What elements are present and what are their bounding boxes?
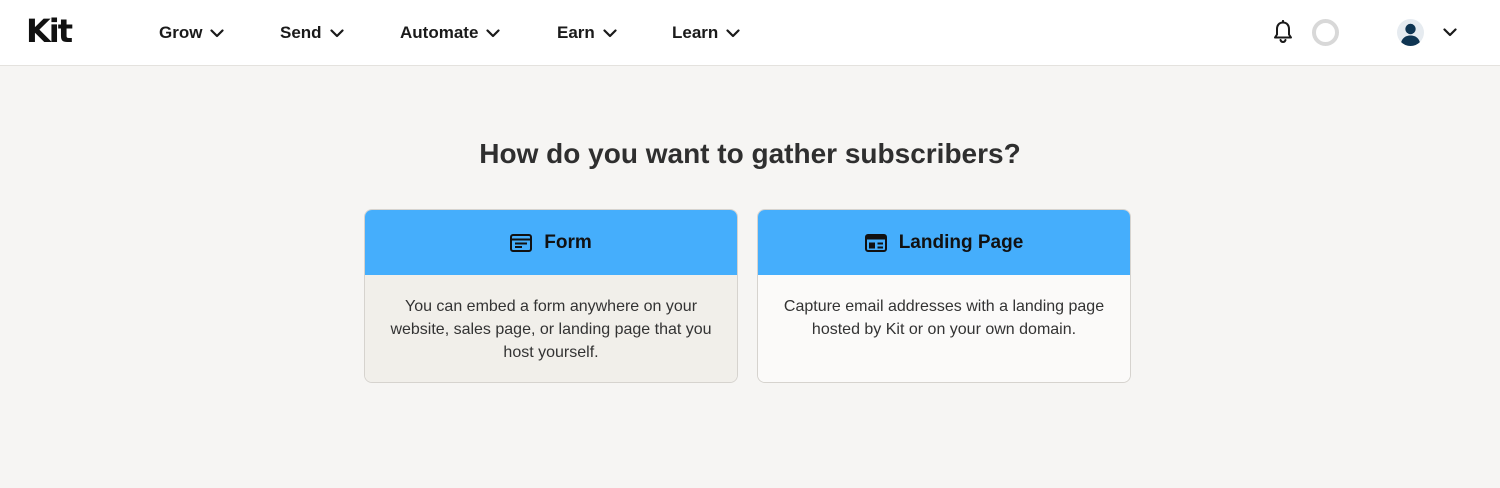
- card-title: Form: [544, 231, 592, 253]
- nav-item-label: Send: [280, 23, 322, 42]
- status-indicator: [1312, 19, 1339, 46]
- landing-page-icon: [864, 233, 887, 252]
- chevron-down-icon: [486, 28, 501, 37]
- form-option-card[interactable]: Form You can embed a form anywhere on yo…: [364, 209, 738, 383]
- page-title: How do you want to gather subscribers?: [479, 138, 1021, 169]
- nav-item-automate[interactable]: Automate: [400, 21, 501, 45]
- bell-icon[interactable]: [1272, 20, 1294, 44]
- card-title: Landing Page: [898, 231, 1024, 253]
- nav-item-label: Grow: [159, 23, 203, 42]
- chevron-down-icon: [210, 28, 225, 37]
- form-icon: [510, 233, 533, 252]
- top-navigation-bar: Kit Grow Send Automate Earn Learn: [0, 0, 1500, 66]
- chevron-down-icon: [726, 28, 740, 37]
- card-header: Landing Page: [758, 210, 1130, 275]
- card-header: Form: [365, 210, 737, 275]
- nav-item-label: Learn: [672, 23, 719, 42]
- account-menu-chevron-icon[interactable]: [1443, 28, 1457, 37]
- nav-item-learn[interactable]: Learn: [672, 21, 740, 45]
- nav-item-grow[interactable]: Grow: [159, 21, 225, 45]
- card-description: You can embed a form anywhere on your we…: [365, 275, 737, 382]
- nav-item-earn[interactable]: Earn: [557, 21, 617, 45]
- nav-item-send[interactable]: Send: [280, 21, 344, 45]
- chevron-down-icon: [329, 28, 344, 37]
- user-icon: [1400, 23, 1421, 46]
- avatar[interactable]: [1397, 19, 1424, 46]
- nav-item-label: Automate: [400, 23, 479, 42]
- nav-item-label: Earn: [557, 23, 595, 42]
- kit-logo[interactable]: Kit: [26, 14, 73, 48]
- landing-page-option-card[interactable]: Landing Page Capture email addresses wit…: [757, 209, 1131, 383]
- chevron-down-icon: [603, 28, 617, 37]
- card-description: Capture email addresses with a landing p…: [758, 275, 1130, 382]
